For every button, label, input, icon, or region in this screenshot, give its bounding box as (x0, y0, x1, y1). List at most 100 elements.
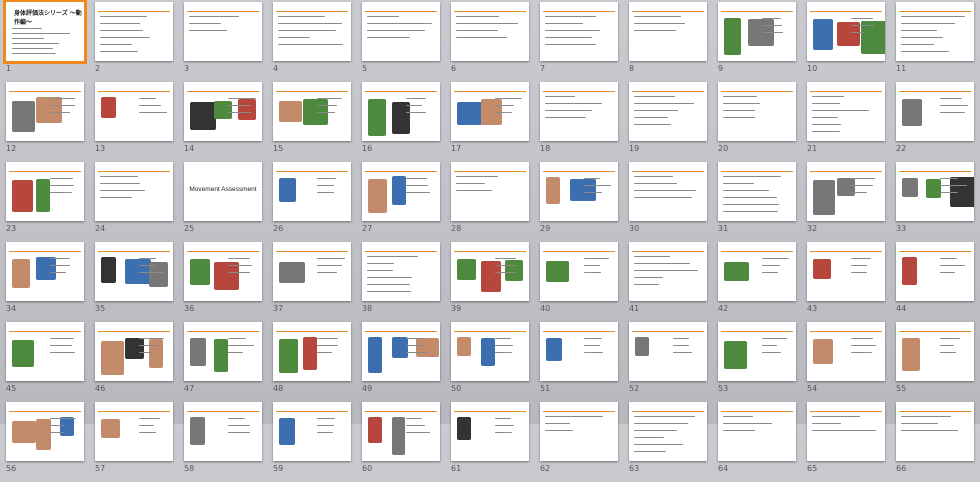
slide-thumbnail-cell[interactable]: 4 (267, 2, 356, 82)
slide-thumbnail-cell[interactable]: 18 (534, 82, 623, 162)
slide-thumbnail-cell[interactable]: 26 (267, 162, 356, 242)
slide-thumbnail-cell[interactable]: 55 (890, 322, 979, 402)
slide-thumbnail[interactable] (718, 322, 796, 381)
slide-thumbnail-cell[interactable]: 65 (801, 402, 890, 482)
slide-thumbnail[interactable] (629, 2, 707, 61)
slide-thumbnail-cell[interactable]: 35 (89, 242, 178, 322)
slide-thumbnail[interactable] (896, 82, 974, 141)
slide-thumbnail[interactable] (6, 162, 84, 221)
slide-thumbnail[interactable] (184, 242, 262, 301)
slide-thumbnail-cell[interactable]: 3 (178, 2, 267, 82)
slide-thumbnail[interactable] (629, 162, 707, 221)
slide-thumbnail[interactable] (95, 402, 173, 461)
slide-thumbnail-cell[interactable]: 41 (623, 242, 712, 322)
slide-thumbnail[interactable] (807, 402, 885, 461)
slide-thumbnail-cell[interactable]: 64 (712, 402, 801, 482)
slide-thumbnail[interactable] (807, 2, 885, 61)
slide-thumbnail[interactable] (362, 2, 440, 61)
slide-thumbnail-cell[interactable]: 53 (712, 322, 801, 402)
slide-thumbnail-cell[interactable]: 45 (0, 322, 89, 402)
slide-thumbnail-cell[interactable]: 19 (623, 82, 712, 162)
slide-thumbnail[interactable] (6, 82, 84, 141)
slide-thumbnail[interactable] (896, 242, 974, 301)
slide-thumbnail-cell[interactable]: 44 (890, 242, 979, 322)
slide-thumbnail-cell[interactable]: 63 (623, 402, 712, 482)
slide-thumbnail-cell[interactable]: 30 (623, 162, 712, 242)
slide-thumbnail[interactable] (807, 162, 885, 221)
slide-thumbnail[interactable] (95, 322, 173, 381)
slide-thumbnail[interactable] (540, 322, 618, 381)
slide-thumbnail[interactable] (451, 402, 529, 461)
slide-thumbnail[interactable] (807, 322, 885, 381)
slide-thumbnail-cell[interactable]: 51 (534, 322, 623, 402)
slide-thumbnail[interactable] (6, 242, 84, 301)
slide-thumbnail[interactable] (540, 2, 618, 61)
slide-thumbnail-cell[interactable]: 61 (445, 402, 534, 482)
slide-thumbnail-cell[interactable]: 13 (89, 82, 178, 162)
slide-thumbnail-cell[interactable]: 47 (178, 322, 267, 402)
slide-thumbnail[interactable] (540, 402, 618, 461)
slide-thumbnail[interactable] (95, 242, 173, 301)
slide-thumbnail-cell[interactable]: 54 (801, 322, 890, 402)
slide-thumbnail-cell[interactable]: 5 (356, 2, 445, 82)
slide-thumbnail[interactable] (184, 82, 262, 141)
slide-thumbnail[interactable] (540, 242, 618, 301)
slide-thumbnail-cell[interactable]: 7 (534, 2, 623, 82)
slide-thumbnail-cell[interactable]: 32 (801, 162, 890, 242)
slide-thumbnail[interactable] (896, 402, 974, 461)
slide-thumbnail-cell[interactable]: 21 (801, 82, 890, 162)
slide-thumbnail-cell[interactable]: 50 (445, 322, 534, 402)
slide-thumbnail-cell[interactable]: 15 (267, 82, 356, 162)
slide-thumbnail-cell[interactable]: 9 (712, 2, 801, 82)
slide-thumbnail-cell[interactable]: 27 (356, 162, 445, 242)
slide-thumbnail[interactable] (362, 162, 440, 221)
slide-thumbnail-cell[interactable]: 36 (178, 242, 267, 322)
slide-thumbnail[interactable]: Movement Assessment (184, 162, 262, 221)
slide-thumbnail[interactable] (362, 322, 440, 381)
slide-thumbnail[interactable] (362, 82, 440, 141)
slide-thumbnail[interactable] (896, 322, 974, 381)
slide-thumbnail-cell[interactable]: 37 (267, 242, 356, 322)
slide-thumbnail-cell[interactable]: 17 (445, 82, 534, 162)
slide-thumbnail[interactable] (718, 242, 796, 301)
slide-thumbnail-cell[interactable]: 29 (534, 162, 623, 242)
slide-thumbnail-cell[interactable]: 6 (445, 2, 534, 82)
slide-thumbnail-cell[interactable]: 57 (89, 402, 178, 482)
slide-thumbnail[interactable] (540, 82, 618, 141)
slide-thumbnail[interactable] (273, 402, 351, 461)
slide-thumbnail[interactable] (273, 322, 351, 381)
slide-thumbnail[interactable] (629, 322, 707, 381)
slide-thumbnail[interactable] (451, 242, 529, 301)
slide-thumbnail[interactable] (896, 2, 974, 61)
slide-thumbnail-cell[interactable]: 40 (534, 242, 623, 322)
slide-thumbnail[interactable] (451, 2, 529, 61)
slide-thumbnail-cell[interactable]: 49 (356, 322, 445, 402)
slide-thumbnail-cell[interactable]: 24 (89, 162, 178, 242)
slide-thumbnail[interactable] (540, 162, 618, 221)
slide-thumbnail[interactable] (273, 82, 351, 141)
slide-thumbnail-cell[interactable]: 60 (356, 402, 445, 482)
slide-thumbnail[interactable] (807, 242, 885, 301)
slide-thumbnail-cell[interactable]: Movement Assessment 25 (178, 162, 267, 242)
slide-thumbnail-cell[interactable]: 身体評価法シリーズ ～動作編～ 1 (0, 0, 89, 82)
slide-thumbnail[interactable] (718, 82, 796, 141)
slide-thumbnail[interactable] (451, 82, 529, 141)
slide-thumbnail-cell[interactable]: 14 (178, 82, 267, 162)
slide-thumbnail[interactable] (95, 2, 173, 61)
slide-thumbnail[interactable] (362, 242, 440, 301)
slide-thumbnail-cell[interactable]: 62 (534, 402, 623, 482)
slide-thumbnail[interactable] (273, 2, 351, 61)
slide-thumbnail[interactable] (6, 322, 84, 381)
slide-thumbnail-cell[interactable]: 48 (267, 322, 356, 402)
slide-thumbnail-cell[interactable]: 34 (0, 242, 89, 322)
slide-thumbnail-cell[interactable]: 12 (0, 82, 89, 162)
slide-thumbnail-cell[interactable]: 43 (801, 242, 890, 322)
slide-thumbnail-cell[interactable]: 39 (445, 242, 534, 322)
slide-thumbnail-cell[interactable]: 38 (356, 242, 445, 322)
slide-thumbnail-cell[interactable]: 10 (801, 2, 890, 82)
slide-thumbnail[interactable]: 身体評価法シリーズ ～動作編～ (3, 0, 87, 64)
slide-thumbnail[interactable] (807, 82, 885, 141)
slide-thumbnail-cell[interactable]: 2 (89, 2, 178, 82)
slide-thumbnail[interactable] (95, 162, 173, 221)
slide-thumbnail[interactable] (718, 162, 796, 221)
